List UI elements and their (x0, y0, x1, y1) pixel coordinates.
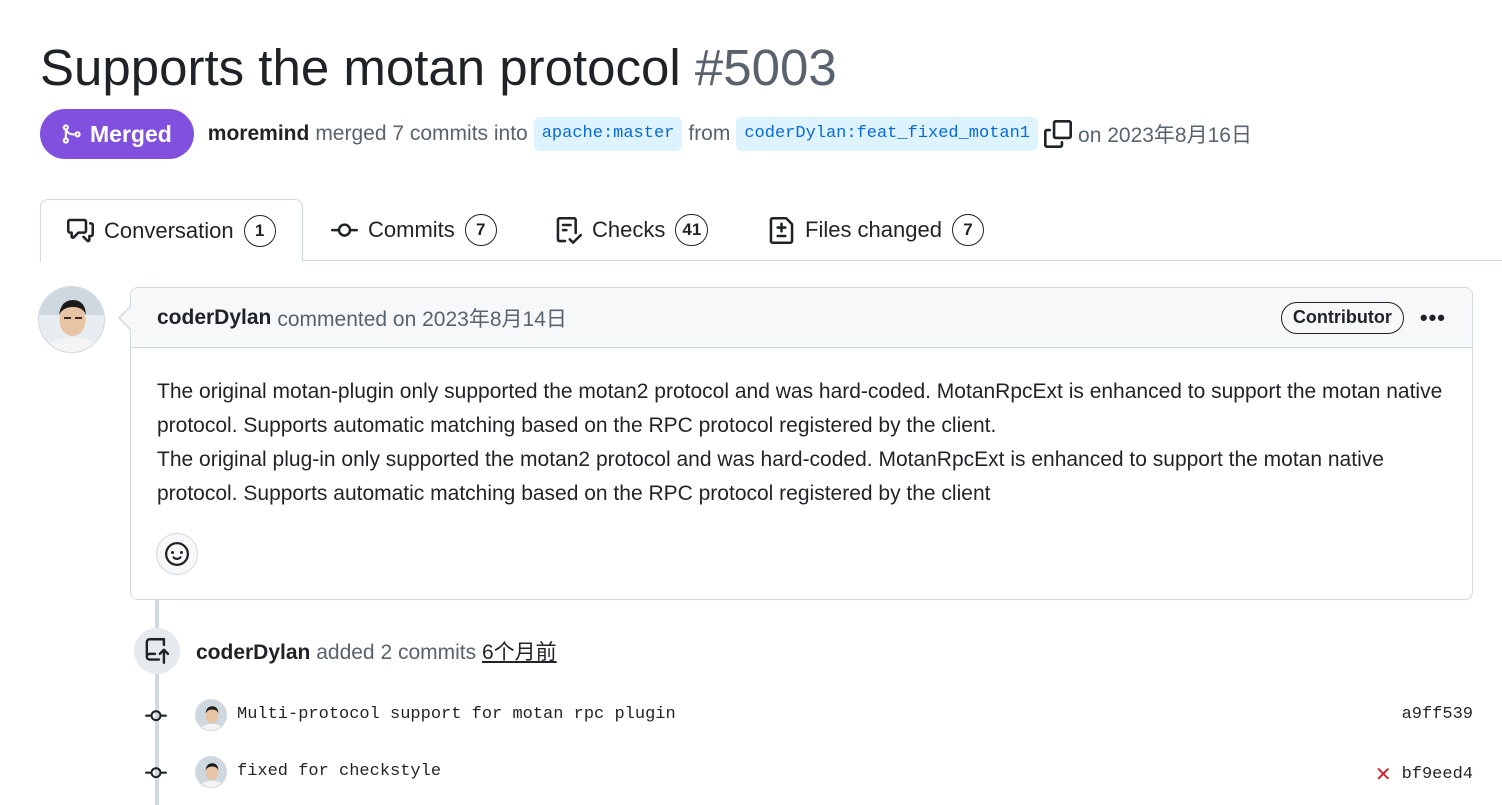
tab-commits-count: 7 (464, 214, 497, 246)
comment-paragraph-1: The original motan-plugin only supported… (157, 380, 1443, 437)
add-reaction-button[interactable] (156, 533, 198, 575)
comment-body: The original motan-plugin only supported… (131, 348, 1472, 511)
merge-date: on 2023年8月16日 (1078, 124, 1252, 147)
avatar-portrait-icon (196, 757, 226, 787)
comment-author[interactable]: coderDylan (157, 306, 271, 330)
push-event-badge (134, 628, 180, 674)
push-event: coderDylan added 2 commits 6个月前 (196, 636, 557, 666)
git-merge-icon (62, 124, 81, 144)
avatar-portrait-icon (196, 700, 226, 730)
avatar-portrait-icon (39, 287, 104, 352)
tab-checks[interactable]: Checks 41 (529, 199, 734, 261)
merge-info: moremind merged 7 commits into apache:ma… (208, 117, 1252, 151)
tab-files-changed[interactable]: Files changed 7 (742, 199, 1010, 261)
git-commit-icon (331, 222, 358, 237)
copy-icon (1044, 120, 1073, 148)
comment-caret-fill (120, 306, 132, 330)
tab-files-changed-label: Files changed (805, 217, 942, 242)
tab-conversation-count: 1 (243, 214, 276, 247)
comment-meta[interactable]: commented on 2023年8月14日 (277, 303, 567, 333)
commit-message[interactable]: Multi-protocol support for motan rpc plu… (237, 705, 676, 724)
tab-commits-label: Commits (368, 217, 455, 242)
contributor-badge: Contributor (1280, 301, 1404, 334)
copy-branch-button[interactable] (1044, 120, 1073, 148)
merged-by-user[interactable]: moremind (208, 122, 310, 146)
git-commit-icon (145, 710, 167, 722)
tab-checks-label: Checks (592, 217, 666, 242)
commit-sha-link[interactable]: a9ff539 (1392, 705, 1473, 724)
checklist-icon (556, 216, 582, 244)
commit-sha-link[interactable]: ✕ bf9eed4 (1375, 762, 1473, 786)
tab-checks-count: 41 (675, 214, 709, 246)
commit-status-fail-icon[interactable]: ✕ (1375, 762, 1392, 786)
pr-title: Supports the motan protocol (40, 39, 681, 96)
tab-conversation-label: Conversation (104, 217, 234, 243)
head-branch[interactable]: coderDylan:feat_fixed_motan1 (736, 117, 1039, 151)
push-event-author[interactable]: coderDylan (196, 641, 310, 664)
git-commit-icon (145, 767, 167, 779)
file-diff-icon (769, 216, 794, 244)
merged-state-label: Merged (90, 120, 172, 147)
commit-row: Multi-protocol support for motan rpc plu… (0, 699, 1502, 733)
comment-author-avatar[interactable] (38, 286, 105, 353)
pr-tabs: Conversation 1 Commits 7 Checks 41 Files… (0, 199, 1502, 262)
tab-conversation[interactable]: Conversation 1 (40, 199, 303, 262)
base-branch[interactable]: apache:master (533, 117, 683, 151)
commit-sha: bf9eed4 (1401, 764, 1473, 784)
repo-push-icon (145, 638, 170, 664)
commit-author-avatar[interactable] (195, 756, 227, 788)
commit-message[interactable]: fixed for checkstyle (237, 762, 441, 781)
merged-state-badge: Merged (40, 109, 194, 159)
pr-title-heading: Supports the motan protocol #5003 (40, 36, 837, 100)
comment-paragraph-2: The original plug-in only supported the … (157, 448, 1384, 505)
smiley-icon (165, 542, 189, 566)
commit-author-avatar[interactable] (195, 699, 227, 731)
push-event-time[interactable]: 6个月前 (482, 641, 557, 664)
pr-number: #5003 (694, 39, 837, 96)
comment-card: coderDylan commented on 2023年8月14日 Contr… (118, 287, 1473, 600)
comment-header: coderDylan commented on 2023年8月14日 Contr… (118, 288, 1472, 348)
commit-sha: a9ff539 (1401, 705, 1473, 724)
from-text: from (688, 122, 731, 145)
comment-discussion-icon (67, 218, 94, 243)
tab-files-changed-count: 7 (951, 214, 984, 246)
kebab-menu-icon[interactable]: ••• (1420, 305, 1446, 331)
commit-row: fixed for checkstyle ✕ bf9eed4 (0, 756, 1502, 790)
pr-meta: Merged moremind merged 7 commits into ap… (40, 109, 1252, 159)
push-event-text: added 2 commits (316, 641, 477, 664)
merge-text: merged 7 commits into (315, 122, 528, 145)
tab-commits[interactable]: Commits 7 (305, 199, 523, 261)
